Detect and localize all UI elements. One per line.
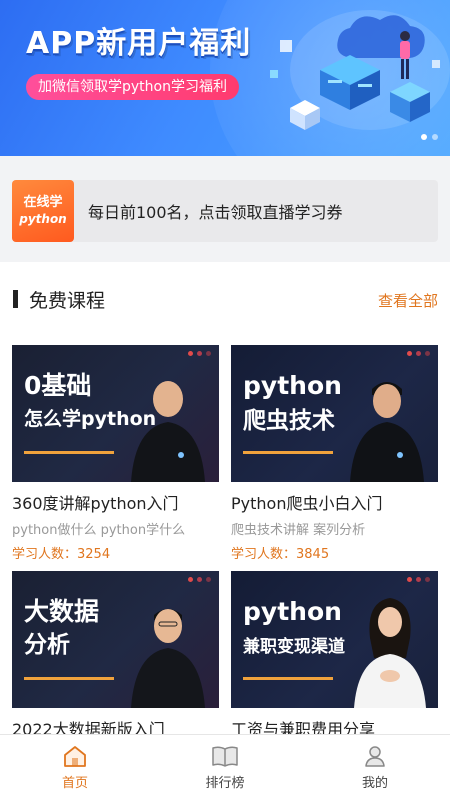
learner-count: 学习人数：3845 <box>231 547 330 562</box>
thumb-dots <box>407 351 430 356</box>
banner-dot <box>432 134 438 140</box>
thumb-underline <box>24 677 114 680</box>
course-thumbnail: 大数据 分析 <box>12 571 219 708</box>
view-all-link[interactable]: 查看全部 <box>378 290 438 311</box>
instructor-photo <box>354 598 426 708</box>
thumb-dots <box>407 577 430 582</box>
instructor-photo <box>131 381 205 482</box>
thumb-dots <box>188 577 211 582</box>
section-title: 免费课程 <box>29 290 106 312</box>
isometric-server-illustration <box>270 10 450 130</box>
tab-ranking[interactable]: 排行榜 <box>150 735 300 800</box>
course-card[interactable]: 0基础 怎么学python 360度讲解python入门 python做什么 p… <box>12 345 219 562</box>
course-thumbnail: python 爬虫技术 <box>231 345 438 482</box>
home-icon <box>64 746 86 767</box>
thumb-subheadline: 分析 <box>24 632 70 658</box>
tab-home[interactable]: 首页 <box>0 735 150 800</box>
thumb-dots <box>188 351 211 356</box>
user-icon <box>365 746 385 767</box>
course-title: 360度讲解python入门 <box>12 494 179 513</box>
instructor-photo <box>131 609 205 708</box>
thumb-headline: 0基础 <box>24 371 92 400</box>
banner-title: APP新用户福利 <box>26 26 252 61</box>
thumb-headline: 大数据 <box>24 597 100 626</box>
thumb-headline: python <box>243 371 342 400</box>
thumb-subheadline: 兼职变现渠道 <box>243 637 345 657</box>
course-title: Python爬虫小白入门 <box>231 494 383 513</box>
thumb-subheadline: 爬虫技术 <box>243 408 335 434</box>
tab-label: 我的 <box>361 776 388 791</box>
course-thumbnail: python 兼职变现渠道 <box>231 571 438 708</box>
promo-text: 每日前100名，点击领取直播学习券 <box>88 203 343 222</box>
live-coupon-promo[interactable]: 在线学 python 每日前100名，点击领取直播学习券 <box>12 180 438 242</box>
promo-banner[interactable]: APP新用户福利 加微信领取学python学习福利 <box>0 0 450 156</box>
course-card[interactable]: python 爬虫技术 Python爬虫小白入门 爬虫技术讲解 案列分析 学习人… <box>231 345 438 562</box>
banner-pagination <box>421 134 438 140</box>
section-header: 免费课程 查看全部 <box>0 262 450 338</box>
learner-count: 学习人数：3254 <box>12 547 111 562</box>
tab-label: 首页 <box>61 776 88 791</box>
course-tags: python做什么 python学什么 <box>12 523 186 538</box>
book-icon <box>212 746 238 767</box>
course-card[interactable]: python 兼职变现渠道 工资与兼职费用分享 <box>231 571 438 740</box>
tab-mine[interactable]: 我的 <box>300 735 450 800</box>
course-tags: 爬虫技术讲解 案列分析 <box>231 523 366 538</box>
thumb-underline <box>243 677 333 680</box>
course-card[interactable]: 大数据 分析 2022大数据新版入门 <box>12 571 219 740</box>
badge-line1: 在线学 <box>23 195 63 210</box>
thumb-underline <box>243 451 333 454</box>
section-accent-bar <box>13 290 18 308</box>
banner-dot-active <box>421 134 427 140</box>
banner-wechat-pill[interactable]: 加微信领取学python学习福利 <box>26 74 239 100</box>
badge-line2: python <box>19 212 67 226</box>
thumb-headline: python <box>243 597 342 626</box>
thumb-underline <box>24 451 114 454</box>
course-thumbnail: 0基础 怎么学python <box>12 345 219 482</box>
tab-label: 排行榜 <box>205 776 245 791</box>
bottom-tab-bar: 首页 排行榜 我的 <box>0 734 450 800</box>
online-learning-badge: 在线学 python <box>12 180 74 242</box>
instructor-photo <box>350 382 424 482</box>
